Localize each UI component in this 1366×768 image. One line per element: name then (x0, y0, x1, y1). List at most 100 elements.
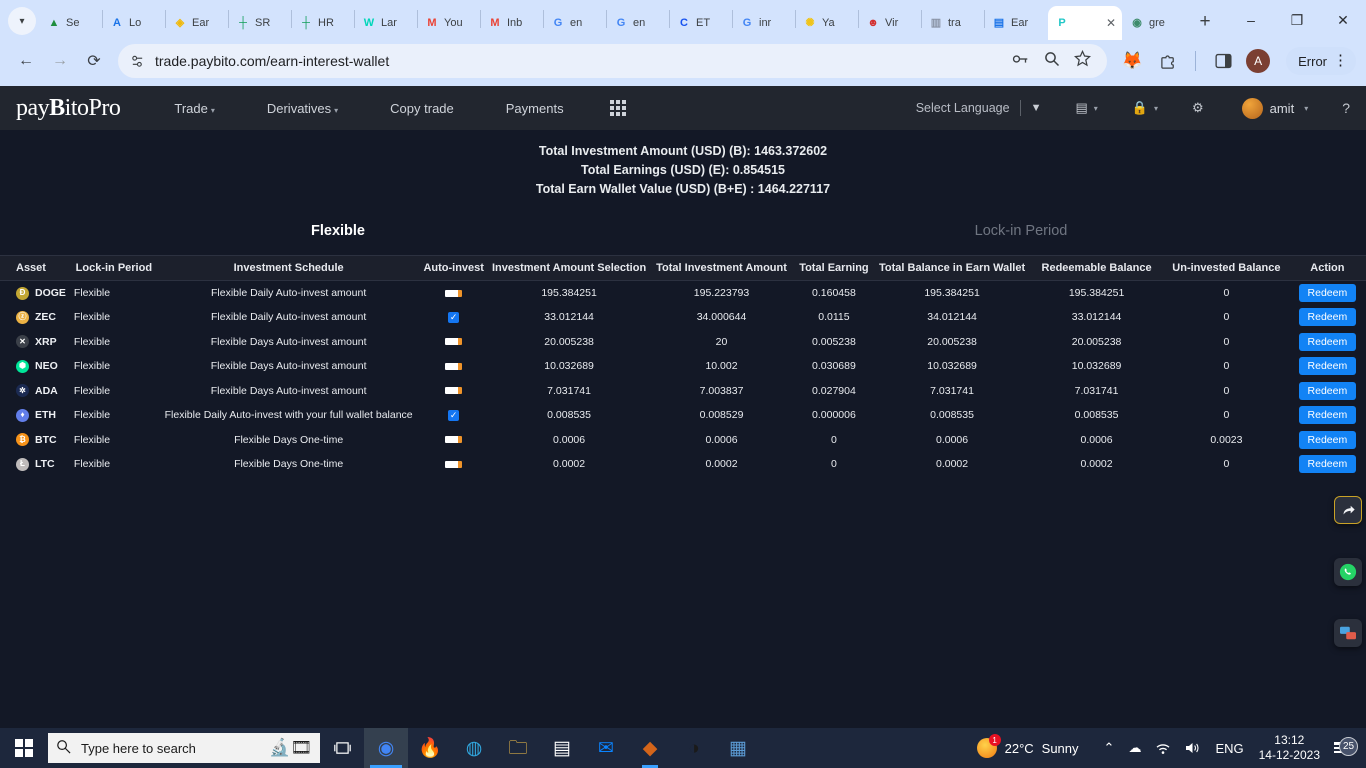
nav-link-payments[interactable]: Payments (506, 101, 564, 116)
browser-tab[interactable]: Gen (544, 6, 606, 40)
close-icon[interactable]: ✕ (1106, 16, 1116, 30)
site-settings-icon[interactable] (130, 54, 145, 69)
auto-invest-toggle-off[interactable] (445, 338, 463, 346)
browser-tab[interactable]: M Inb (481, 6, 543, 40)
browser-tab-active[interactable]: P ✕ (1048, 6, 1122, 40)
browser-tab[interactable]: Ginr (733, 6, 795, 40)
browser-tab[interactable]: W Lar (355, 6, 417, 40)
tab-lockin-period[interactable]: Lock-in Period (676, 223, 1366, 239)
file-explorer-icon[interactable]: 🗀 (496, 728, 540, 768)
redeem-button[interactable]: Redeem (1298, 430, 1357, 449)
auto-invest-toggle-off[interactable] (445, 436, 463, 444)
browser-tab[interactable]: ▲ Se (40, 6, 102, 40)
volume-icon[interactable] (1178, 741, 1208, 755)
help-circle-icon[interactable]: ? (1342, 100, 1350, 116)
cell-action: Redeem (1289, 452, 1366, 477)
browser-tab[interactable]: ▤ Ear (985, 6, 1047, 40)
column-header-un-invested-balance: Un-invested Balance (1164, 255, 1289, 281)
nav-link-trade[interactable]: Trade ▾ (174, 101, 215, 116)
earn-wallet-table: Asset Lock-in Period Investment Schedule Au… (0, 255, 1366, 477)
wifi-icon[interactable] (1148, 742, 1178, 755)
calculator-icon[interactable]: ▦ (716, 728, 760, 768)
mail-icon[interactable]: ✉ (584, 728, 628, 768)
paybito-app-icon[interactable]: ◆ (628, 728, 672, 768)
whatsapp-widget[interactable] (1334, 558, 1362, 586)
minimize-button[interactable]: – (1228, 3, 1274, 37)
security-lock-icon[interactable]: 🔒 ▾ (1132, 100, 1158, 116)
auto-invest-toggle-off[interactable] (445, 460, 463, 468)
address-bar[interactable]: trade.paybito.com/earn-interest-wallet (118, 44, 1108, 78)
chevron-up-icon[interactable]: ⌃ (1097, 740, 1122, 756)
redeem-button[interactable]: Redeem (1298, 308, 1357, 327)
browser-tab[interactable]: Gen (607, 6, 669, 40)
redeem-button[interactable]: Redeem (1298, 381, 1357, 400)
error-status-button[interactable]: Error ⋮ (1286, 47, 1356, 75)
gear-icon[interactable]: ⚙ (1192, 100, 1204, 116)
notification-center-button[interactable]: 25 (1328, 737, 1360, 757)
search-input[interactable]: Type here to search 🔬🎞 (48, 733, 320, 763)
tab-flexible[interactable]: Flexible (0, 223, 676, 239)
new-tab-button[interactable]: + (1191, 8, 1219, 36)
auto-invest-toggle-off[interactable] (445, 362, 463, 370)
redeem-button[interactable]: Redeem (1298, 455, 1357, 474)
wallet-icon[interactable]: ▤ ▾ (1075, 100, 1097, 116)
language-indicator[interactable]: ENG (1208, 741, 1250, 756)
chat-support-widget[interactable] (1334, 619, 1362, 647)
browser-tab[interactable]: A Lo (103, 6, 165, 40)
redeem-button[interactable]: Redeem (1298, 357, 1357, 376)
weather-widget[interactable]: 1 22°C Sunny (976, 734, 1097, 758)
column-header-auto-invest: Auto-invest (419, 255, 488, 281)
bookmark-star-icon[interactable] (1074, 49, 1092, 72)
firefox-icon[interactable]: 🔥 (408, 728, 452, 768)
browser-tab[interactable]: ┼ HR (292, 6, 354, 40)
browser-tab[interactable]: ☻ Vir (859, 6, 921, 40)
forward-button[interactable]: → (44, 45, 76, 77)
side-panel-icon[interactable] (1210, 48, 1236, 74)
tab-search-chevron-down-icon[interactable]: ▾ (8, 7, 36, 35)
task-view-icon[interactable] (320, 741, 364, 756)
back-button[interactable]: ← (10, 45, 42, 77)
user-menu[interactable]: amit ▾ (1241, 97, 1308, 119)
cell-total-balance-in-earn-wallet: 7.031741 (930, 384, 974, 397)
close-window-button[interactable]: ✕ (1320, 3, 1366, 37)
password-key-icon[interactable] (1012, 52, 1030, 71)
cloud-icon[interactable]: ☁ (1121, 740, 1148, 756)
browser-tab[interactable]: M You (418, 6, 480, 40)
browser-tab[interactable]: ✺ Ya (796, 6, 858, 40)
paybito-logo[interactable]: payBitoPro (16, 95, 121, 122)
nav-link-derivatives[interactable]: Derivatives ▾ (267, 101, 338, 116)
select-language-label[interactable]: Select Language (916, 101, 1010, 115)
coinbase-icon: C (680, 16, 688, 29)
microsoft-store-icon[interactable]: ▤ (540, 728, 584, 768)
nav-link-copy-trade[interactable]: Copy trade (390, 101, 454, 116)
redeem-button[interactable]: Redeem (1298, 406, 1357, 425)
browser-tab[interactable]: ┼ SR (229, 6, 291, 40)
maximize-button[interactable]: ❐ (1274, 3, 1320, 37)
reload-button[interactable]: ⟳ (78, 45, 110, 77)
three-dot-menu-icon[interactable]: ⋮ (1333, 53, 1348, 67)
auto-invest-toggle-off[interactable] (445, 289, 463, 297)
app-navbar: payBitoPro Trade ▾ Derivatives ▾ Copy trade P… (0, 86, 1366, 130)
auto-invest-checkbox-checked[interactable]: ✓ (448, 311, 460, 323)
search-zoom-icon[interactable] (1044, 51, 1060, 72)
redeem-button[interactable]: Redeem (1298, 332, 1357, 351)
edge-icon[interactable]: ◍ (452, 728, 496, 768)
auto-invest-checkbox-checked[interactable]: ✓ (448, 409, 460, 421)
redeem-button[interactable]: Redeem (1298, 284, 1357, 302)
profile-avatar[interactable]: A (1246, 49, 1271, 73)
browser-tab[interactable]: ◉ gre (1123, 6, 1185, 40)
share-arrow-widget[interactable] (1334, 496, 1362, 524)
metamask-icon[interactable]: 🦊 (1119, 48, 1145, 74)
apps-grid-icon[interactable] (609, 100, 626, 116)
browser-tab[interactable]: C ET (670, 6, 732, 40)
extensions-puzzle-icon[interactable] (1155, 48, 1181, 74)
clock[interactable]: 13:12 14-12-2023 (1251, 733, 1328, 763)
browser-tab[interactable]: ▥ tra (922, 6, 984, 40)
windows-start-icon[interactable] (0, 739, 48, 757)
browser-tab[interactable]: ◈ Ear (166, 6, 228, 40)
chrome-icon[interactable]: ◉ (364, 728, 408, 768)
opera-icon[interactable]: ◑ (672, 728, 716, 768)
drive-icon: ▲ (48, 16, 60, 29)
auto-invest-toggle-off[interactable] (445, 387, 463, 395)
filter-caret-icon[interactable]: ▼ (1031, 102, 1042, 114)
